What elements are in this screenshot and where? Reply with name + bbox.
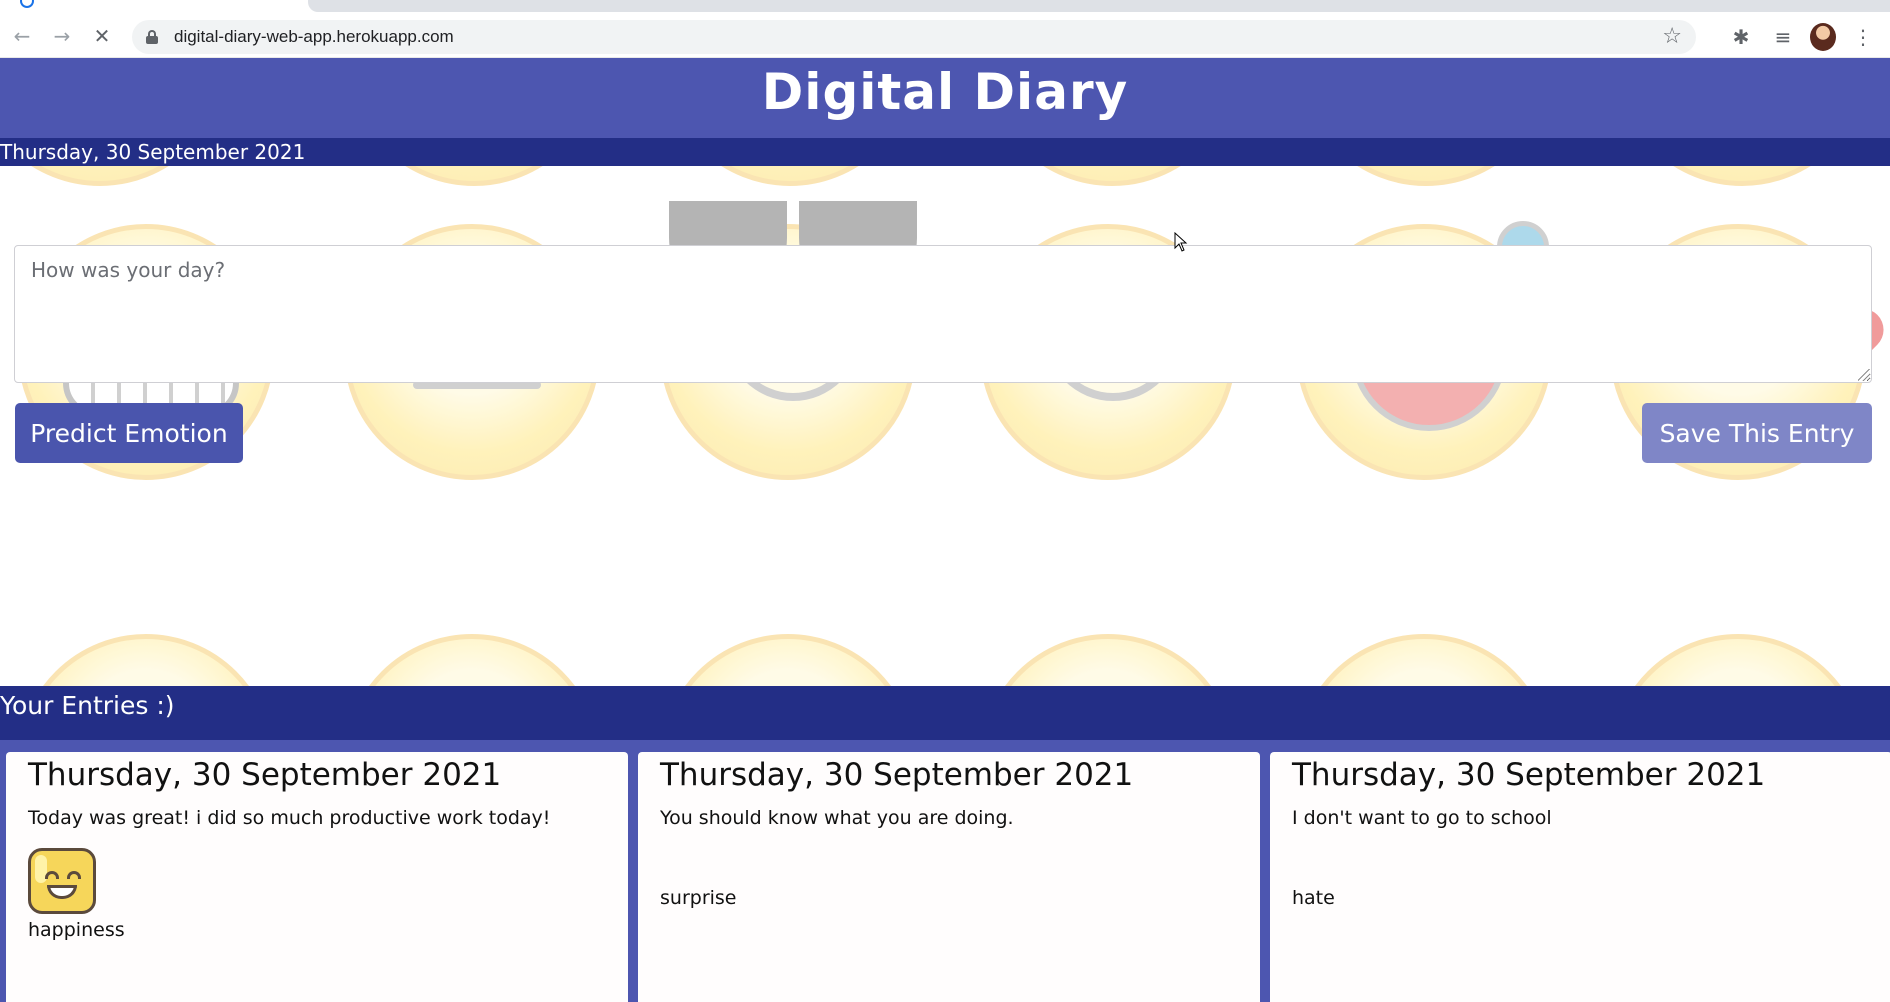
entries-header: Your Entries :) — [0, 686, 1890, 740]
diary-entry-input[interactable] — [14, 245, 1872, 383]
emoji-background-face — [660, 634, 916, 686]
stop-loading-icon[interactable]: ✕ — [90, 24, 114, 48]
emoji-background-face — [1610, 634, 1866, 686]
entry-card[interactable]: Thursday, 30 September 2021 Today was gr… — [6, 752, 628, 1002]
entry-card[interactable]: Thursday, 30 September 2021 You should k… — [638, 752, 1260, 1002]
entry-card[interactable]: Thursday, 30 September 2021 I don't want… — [1270, 752, 1890, 1002]
mouse-cursor-icon — [1174, 232, 1188, 252]
media-queue-icon[interactable]: ≡ — [1770, 24, 1796, 50]
emoji-background-face — [1614, 166, 1870, 186]
browser-toolbar: ← → ✕ digital-diary-web-app.herokuapp.co… — [0, 14, 1890, 58]
emoji-background-face — [344, 634, 600, 686]
entries-list: Thursday, 30 September 2021 Today was gr… — [0, 740, 1890, 1002]
address-bar[interactable]: digital-diary-web-app.herokuapp.com ☆ — [132, 20, 1696, 54]
date-strip: Thursday, 30 September 2021 — [0, 138, 1890, 166]
app-header: Digital Diary — [0, 58, 1890, 138]
emoji-background-face — [1296, 634, 1552, 686]
emoji-background-face — [662, 166, 918, 186]
emoji-background-face — [346, 166, 602, 186]
entry-date: Thursday, 30 September 2021 — [660, 757, 1134, 793]
resize-handle-icon[interactable] — [1858, 369, 1870, 381]
star-icon[interactable]: ☆ — [1662, 24, 1682, 50]
current-date: Thursday, 30 September 2021 — [0, 140, 306, 164]
entry-emotion: happiness — [28, 919, 125, 941]
avatar[interactable] — [1810, 23, 1836, 51]
puzzle-icon[interactable]: ✱ — [1728, 24, 1754, 50]
emoji-background-face — [980, 634, 1236, 686]
entry-date: Thursday, 30 September 2021 — [28, 757, 502, 793]
page: Digital Diary Thursday, 30 September 202… — [0, 58, 1890, 1002]
entry-text: You should know what you are doing. — [660, 807, 1014, 829]
entry-emotion: surprise — [660, 887, 737, 909]
lock-icon[interactable] — [146, 30, 158, 44]
emoji-background-face — [0, 166, 228, 186]
entry-text: Today was great! i did so much productiv… — [28, 807, 551, 829]
entries-heading: Your Entries :) — [0, 691, 175, 720]
entry-date: Thursday, 30 September 2021 — [1292, 757, 1766, 793]
url-text[interactable]: digital-diary-web-app.herokuapp.com — [174, 20, 454, 54]
emoji-background-face — [984, 166, 1240, 186]
happy-emoji-icon — [28, 848, 96, 914]
emoji-background-face — [18, 634, 274, 686]
more-vert-icon[interactable]: ⋮ — [1850, 24, 1876, 50]
back-arrow-icon[interactable]: ← — [10, 24, 34, 48]
predict-emotion-button[interactable]: Predict Emotion — [15, 403, 243, 463]
emoji-background: 3 — [0, 166, 1890, 686]
forward-arrow-icon[interactable]: → — [50, 24, 74, 48]
tab-bar — [308, 0, 1890, 12]
page-title: Digital Diary — [761, 63, 1129, 121]
entry-emotion: hate — [1292, 887, 1335, 909]
save-entry-button[interactable]: Save This Entry — [1642, 403, 1872, 463]
emoji-background-face — [1298, 166, 1554, 186]
loading-spinner-icon — [20, 0, 34, 8]
entry-text: I don't want to go to school — [1292, 807, 1552, 829]
tab-strip — [0, 0, 1890, 14]
